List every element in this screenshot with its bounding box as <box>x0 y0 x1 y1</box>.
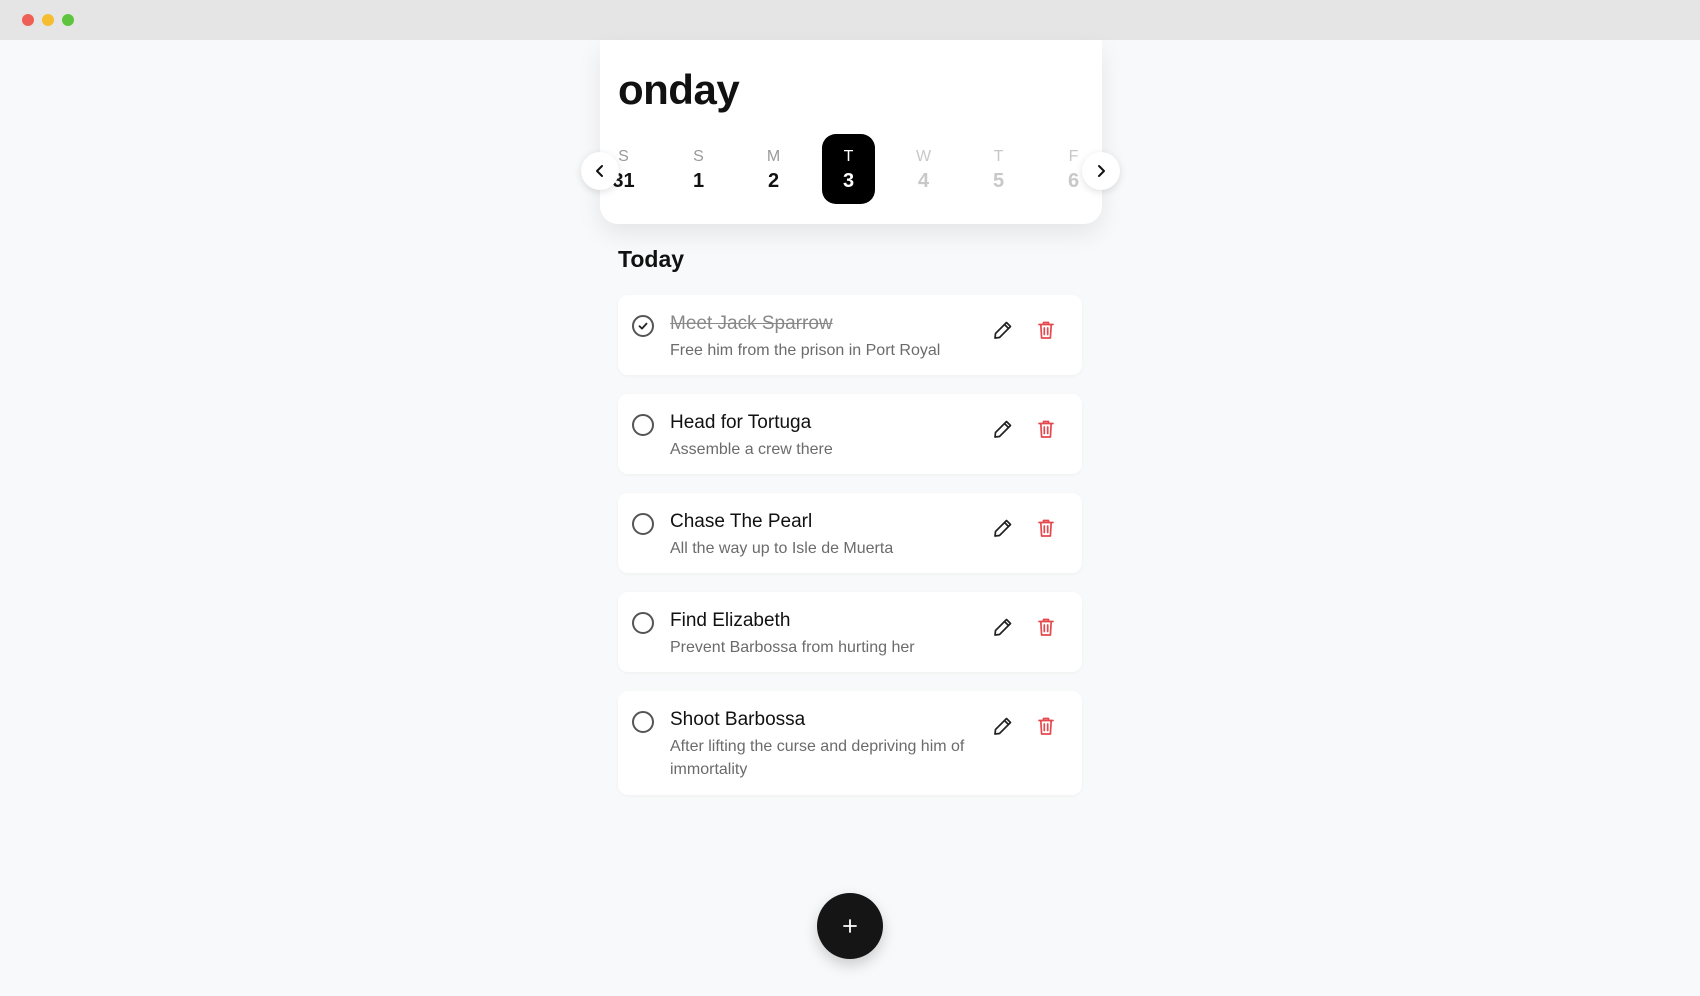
pencil-icon <box>994 618 1012 636</box>
day-5[interactable]: T5 <box>972 134 1025 204</box>
task-title: Meet Jack Sparrow <box>670 313 833 334</box>
pencil-icon <box>994 717 1012 735</box>
task-description: All the way up to Isle de Muerta <box>670 540 894 557</box>
edit-task-button[interactable] <box>992 517 1014 544</box>
edit-task-button[interactable] <box>992 319 1014 346</box>
day-letter: W <box>915 148 932 165</box>
plus-icon <box>843 919 857 933</box>
task-description: Free him from the prison in Port Royal <box>670 342 941 359</box>
trash-icon <box>1038 420 1054 438</box>
day-3[interactable]: T3 <box>822 134 875 204</box>
delete-task-button[interactable] <box>1037 419 1055 444</box>
pencil-icon <box>994 321 1012 339</box>
trash-icon <box>1038 519 1054 537</box>
minimize-window-button[interactable] <box>42 14 54 26</box>
task-title: Find Elizabeth <box>670 610 791 631</box>
task-card[interactable]: Head for Tortuga Assemble a crew there <box>618 394 1082 474</box>
day-letter: S <box>693 148 704 165</box>
circle-icon[interactable] <box>632 612 654 634</box>
delete-task-button[interactable] <box>1037 716 1055 741</box>
task-description: After lifting the curse and depriving hi… <box>670 738 965 778</box>
check-circle-icon[interactable] <box>632 315 654 337</box>
close-window-button[interactable] <box>22 14 34 26</box>
circle-icon[interactable] <box>632 414 654 436</box>
edit-task-button[interactable] <box>992 715 1014 742</box>
day-letter: M <box>766 148 781 165</box>
pencil-icon <box>994 420 1012 438</box>
section-title: Today <box>618 246 685 272</box>
day-letter: T <box>843 148 854 165</box>
day-strip: S 31 S 1 M 2 T 3 W 4 T 5 F 6 <box>600 134 1102 206</box>
day-number: 4 <box>917 170 930 192</box>
pencil-icon <box>994 519 1012 537</box>
day-2[interactable]: M2 <box>747 134 800 204</box>
trash-icon <box>1038 321 1054 339</box>
chevron-right-icon <box>1098 165 1105 177</box>
edit-task-button[interactable] <box>992 418 1014 445</box>
circle-icon[interactable] <box>632 711 654 733</box>
check-icon <box>638 322 648 330</box>
zoom-window-button[interactable] <box>62 14 74 26</box>
next-week-button[interactable] <box>1082 152 1120 190</box>
add-task-button[interactable] <box>817 893 883 959</box>
circle-icon[interactable] <box>632 513 654 535</box>
task-title: Shoot Barbossa <box>670 709 806 730</box>
day-number: 2 <box>767 170 780 192</box>
task-card[interactable]: Meet Jack Sparrow Free him from the priso… <box>618 295 1082 375</box>
trash-icon <box>1038 618 1054 636</box>
day-number: 5 <box>992 170 1005 192</box>
calendar-header: onday S 31 S 1 M 2 T 3 W 4 T 5 F 6 <box>600 40 1102 224</box>
trash-icon <box>1038 717 1054 735</box>
task-description: Prevent Barbossa from hurting her <box>670 639 915 656</box>
day-number: 1 <box>692 170 705 192</box>
task-card[interactable]: Chase The Pearl All the way up to Isle de… <box>618 493 1082 573</box>
day-1[interactable]: S1 <box>672 134 725 204</box>
day-4[interactable]: W4 <box>897 134 950 204</box>
delete-task-button[interactable] <box>1037 518 1055 543</box>
delete-task-button[interactable] <box>1037 617 1055 642</box>
day-letter: T <box>993 148 1004 165</box>
task-card[interactable]: Shoot Barbossa After lifting the curse an… <box>618 691 1082 795</box>
delete-task-button[interactable] <box>1037 320 1055 345</box>
edit-task-button[interactable] <box>992 616 1014 643</box>
task-description: Assemble a crew there <box>670 441 833 458</box>
chevron-left-icon <box>596 165 603 177</box>
window-titlebar <box>0 0 1700 40</box>
day-number: 3 <box>842 170 855 192</box>
task-card[interactable]: Find Elizabeth Prevent Barbossa from hurt… <box>618 592 1082 672</box>
page-title: onday <box>618 66 740 113</box>
task-title: Chase The Pearl <box>670 511 813 532</box>
task-title: Head for Tortuga <box>670 412 812 433</box>
prev-week-button[interactable] <box>581 152 619 190</box>
